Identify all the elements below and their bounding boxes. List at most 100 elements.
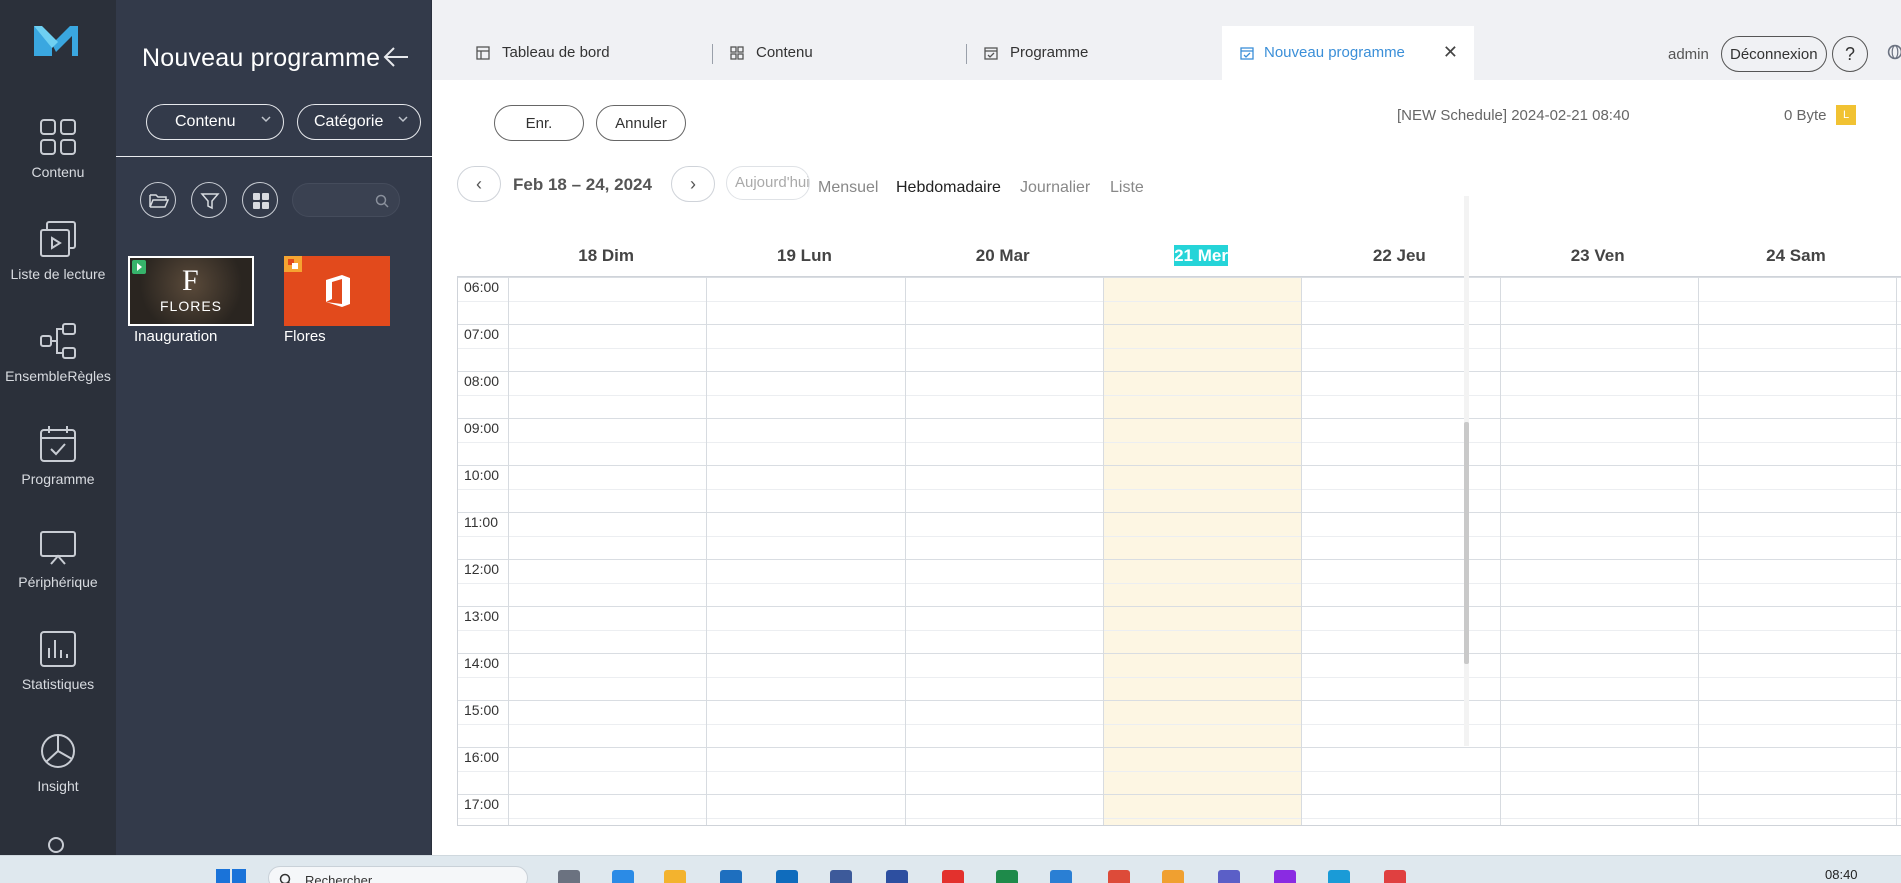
content-type-select[interactable]: Contenu [146,104,284,140]
content-type-value: Contenu [175,113,236,130]
chart-icon [40,631,76,667]
content-thumbnail-inauguration[interactable]: F FLORES [128,256,254,326]
chevron-down-icon [261,116,271,123]
content-thumbnail-flores[interactable] [284,256,390,326]
grid-hline [458,747,1901,748]
taskbar-app-icon[interactable] [886,870,908,883]
day-header: 21 Mer [1102,230,1300,276]
time-label: 14:00 [464,655,500,671]
office-badge [284,256,302,272]
logout-button[interactable]: Déconnexion [1721,36,1827,72]
week-calendar: 18 Dim 19 Lun 20 Mar 21 Mer 22 Jeu 23 Ven 24 S… [457,230,1901,826]
tab-nouveau-programme[interactable]: Nouveau programme ✕ [1222,26,1474,80]
grid-hline [458,817,1901,819]
taskbar-app-icon[interactable] [996,870,1018,883]
library-search-input[interactable] [305,190,375,210]
app-root: Contenu Liste de lecture EnsembleRègles [0,0,1901,883]
taskbar-app-icon[interactable] [1162,870,1184,883]
nav-item-peripherique[interactable]: Périphérique [0,528,116,618]
taskbar-app-icon[interactable] [612,870,634,883]
view-monthly[interactable]: Mensuel [818,179,878,197]
today-column [1102,277,1302,825]
nav-label: Insight [37,778,79,794]
taskbar-app-icon[interactable] [776,870,798,883]
view-daily[interactable]: Journalier [1020,179,1090,197]
library-search[interactable] [292,183,400,217]
chevron-down-icon [398,116,408,123]
taskbar-app-icon[interactable] [1384,870,1406,883]
nav-label: Liste de lecture [10,266,106,282]
day-header-label: 19 Lun [777,246,832,265]
nav-item-rules[interactable]: EnsembleRègles [0,322,116,412]
grid-hline [458,582,1901,584]
rules-icon [40,323,76,359]
taskbar-app-icon[interactable] [664,870,686,883]
nav-item-playlist[interactable]: Liste de lecture [0,220,116,310]
nav-item-statistiques[interactable]: Statistiques [0,630,116,720]
grid-hline [458,606,1901,607]
grid-hline [458,418,1901,419]
back-arrow-icon[interactable] [382,44,412,70]
app-logo [34,26,78,56]
grid-hline [458,700,1901,701]
tab-label: Programme [1010,44,1089,61]
windows-start-icon[interactable] [216,869,246,883]
next-week-button[interactable]: › [671,166,715,202]
display-icon [40,531,76,565]
thumbnail-letter: F [182,264,199,297]
prev-week-button[interactable]: ‹ [457,166,501,202]
schedule-info: [NEW Schedule] 2024-02-21 08:40 [1397,107,1630,124]
cancel-button[interactable]: Annuler [596,105,686,141]
taskbar-app-icon[interactable] [1328,870,1350,883]
panel-divider [116,156,432,157]
taskbar-app-icon[interactable] [1218,870,1240,883]
nav-item-contenu[interactable]: Contenu [0,118,116,208]
more-icon[interactable] [47,836,65,854]
scrollbar-thumb[interactable] [1464,422,1469,664]
taskbar-search-text: Rechercher [305,873,373,883]
time-label: 15:00 [464,702,500,718]
day-header-label: 23 Ven [1570,246,1625,265]
view-weekly[interactable]: Hebdomadaire [896,179,1001,197]
time-grid[interactable]: 06:00 07:00 08:00 09:00 10:00 11:00 12:00 13:00… [457,276,1901,826]
folder-button[interactable] [140,182,176,218]
close-tab-icon[interactable]: ✕ [1443,42,1458,63]
nav-item-programme[interactable]: Programme [0,425,116,515]
schedule-size: 0 Byte [1784,107,1827,124]
grid-view-button[interactable] [242,182,278,218]
pie-icon [41,734,75,768]
size-badge: L [1836,105,1856,125]
today-button[interactable]: Aujourd'hui [726,166,810,200]
grid-hline [458,347,1901,349]
time-label: 09:00 [464,420,500,436]
day-header: 18 Dim [507,230,705,276]
grid-hline [458,394,1901,396]
dashboard-icon [476,46,490,60]
day-header-label: 21 Mer [1174,245,1228,266]
os-taskbar: Rechercher 08:40 [0,855,1901,883]
nav-label: Périphérique [18,574,98,590]
view-list[interactable]: Liste [1110,179,1144,197]
save-button[interactable]: Enr. [494,105,584,141]
filter-icon [200,193,220,210]
help-button[interactable]: ? [1832,36,1868,72]
taskbar-app-icon[interactable] [720,870,742,883]
taskbar-search[interactable]: Rechercher [268,866,528,883]
category-select[interactable]: Catégorie [297,104,421,140]
calendar-scrollbar[interactable] [1464,196,1469,746]
time-label: 08:00 [464,373,500,389]
taskbar-app-icon[interactable] [1274,870,1296,883]
taskbar-app-icon[interactable] [558,870,580,883]
taskbar-app-icon[interactable] [942,870,964,883]
taskbar-app-icon[interactable] [1108,870,1130,883]
taskbar-app-icon[interactable] [1050,870,1072,883]
day-header-label: 24 Sam [1766,246,1826,265]
grid-hline [458,723,1901,725]
nav-item-insight[interactable]: Insight [0,732,116,822]
globe-icon[interactable] [1887,42,1901,62]
filter-button[interactable] [191,182,227,218]
time-label: 12:00 [464,561,500,577]
taskbar-app-icon[interactable] [830,870,852,883]
content-label: Flores [284,328,326,345]
grid-hline [458,653,1901,654]
